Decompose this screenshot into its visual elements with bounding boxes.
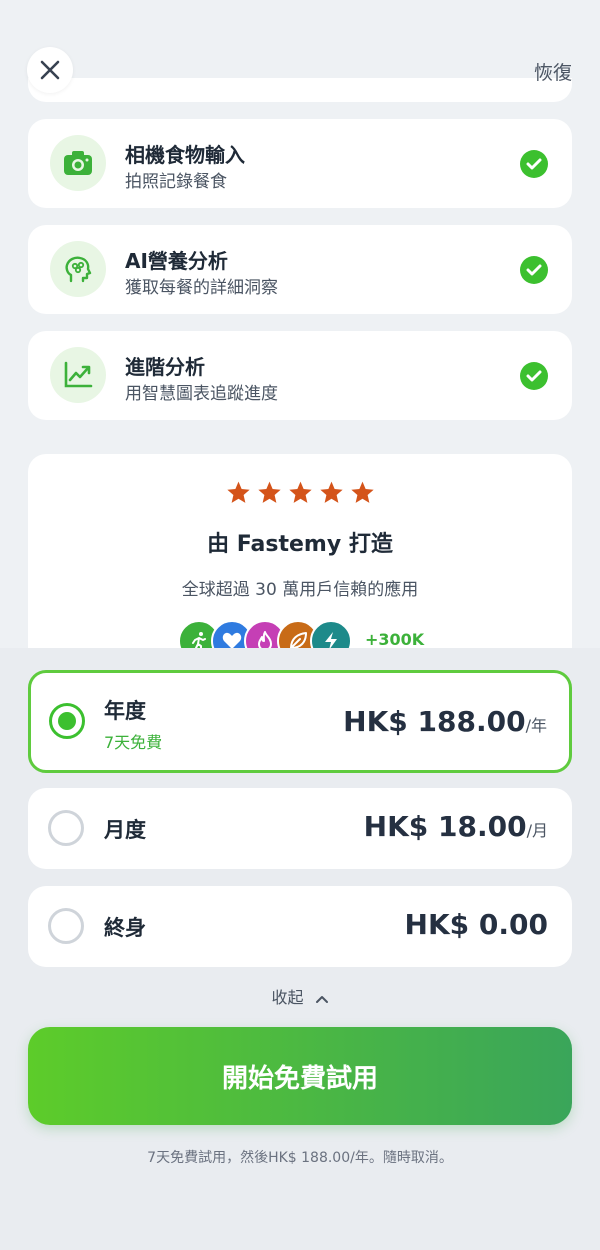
plan-radio[interactable] [48, 908, 84, 944]
feature-card-analytics: 進階分析 用智慧圖表追蹤進度 [28, 331, 572, 420]
feature-card-partial [28, 78, 572, 102]
plan-price-unit: /年 [525, 716, 547, 735]
plan-option-yearly[interactable]: 年度 7天免費 HK$ 188.00/年 [28, 670, 572, 773]
plan-price: HK$ 18.00/月 [364, 810, 548, 843]
close-button[interactable] [27, 47, 73, 93]
plan-radio-selected[interactable] [49, 703, 85, 739]
feature-title: AI營養分析 [125, 249, 228, 273]
plan-price: HK$ 0.00 [405, 908, 548, 941]
star-icon [257, 481, 281, 503]
camera-icon [50, 135, 106, 191]
trial-terms-text: 7天免費試用，然後HK$ 188.00/年。隨時取消。 [147, 1150, 453, 1166]
plan-name: 終身 [104, 916, 146, 940]
bolt-icon [310, 620, 352, 650]
feature-subtitle: 用智慧圖表追蹤進度 [125, 384, 278, 404]
close-icon [40, 60, 60, 80]
plan-name: 月度 [104, 818, 146, 842]
start-free-trial-button[interactable]: 開始免費試用 [28, 1027, 572, 1125]
plan-trial-badge: 7天免費 [104, 733, 163, 752]
plan-option-monthly[interactable]: 月度 HK$ 18.00/月 [28, 788, 572, 869]
features-scroll-area[interactable]: 相機食物輸入 拍照記錄餐食 AI營養分析 獲取每餐的詳細洞察 進階分析 用智慧圖… [0, 0, 600, 650]
plan-price-unit: /月 [526, 821, 548, 840]
social-subtitle: 全球超過 30 萬用戶信賴的應用 [181, 580, 419, 600]
star-icon [288, 481, 312, 503]
feature-title: 進階分析 [125, 355, 205, 379]
feature-subtitle: 拍照記錄餐食 [125, 172, 227, 192]
brain-head-icon [50, 241, 106, 297]
plan-price-amount: HK$ 0.00 [404, 908, 548, 941]
star-icon [319, 481, 343, 503]
plan-price-amount: HK$ 188.00 [343, 705, 526, 738]
feature-card-ai: AI營養分析 獲取每餐的詳細洞察 [28, 225, 572, 314]
plan-name: 年度 [104, 699, 146, 723]
feature-card-camera: 相機食物輸入 拍照記錄餐食 [28, 119, 572, 208]
plan-selection-sheet: 年度 7天免費 HK$ 188.00/年 月度 HK$ 18.00/月 終身 H… [0, 648, 600, 1250]
restore-purchases-link[interactable]: 恢復 [534, 58, 572, 85]
chevron-up-icon [315, 995, 328, 1003]
plan-option-lifetime[interactable]: 終身 HK$ 0.00 [28, 886, 572, 967]
plan-radio[interactable] [48, 810, 84, 846]
star-icon [350, 481, 374, 503]
plan-price: HK$ 188.00/年 [343, 705, 547, 738]
plan-price-amount: HK$ 18.00 [363, 810, 527, 843]
feature-title: 相機食物輸入 [125, 143, 245, 167]
collapse-label: 收起 [271, 988, 304, 1007]
star-icon [226, 481, 250, 503]
check-icon [520, 150, 548, 178]
check-icon [520, 256, 548, 284]
collapse-plans-toggle[interactable]: 收起 [0, 984, 600, 1008]
social-proof-card: 由 Fastemy 打造 全球超過 30 萬用戶信賴的應用 +300K [28, 454, 572, 650]
rating-stars [28, 480, 572, 509]
trend-chart-icon [50, 347, 106, 403]
feature-subtitle: 獲取每餐的詳細洞察 [125, 278, 278, 298]
social-title: 由 Fastemy 打造 [207, 532, 393, 557]
check-icon [520, 362, 548, 390]
user-count: +300K [365, 630, 425, 649]
